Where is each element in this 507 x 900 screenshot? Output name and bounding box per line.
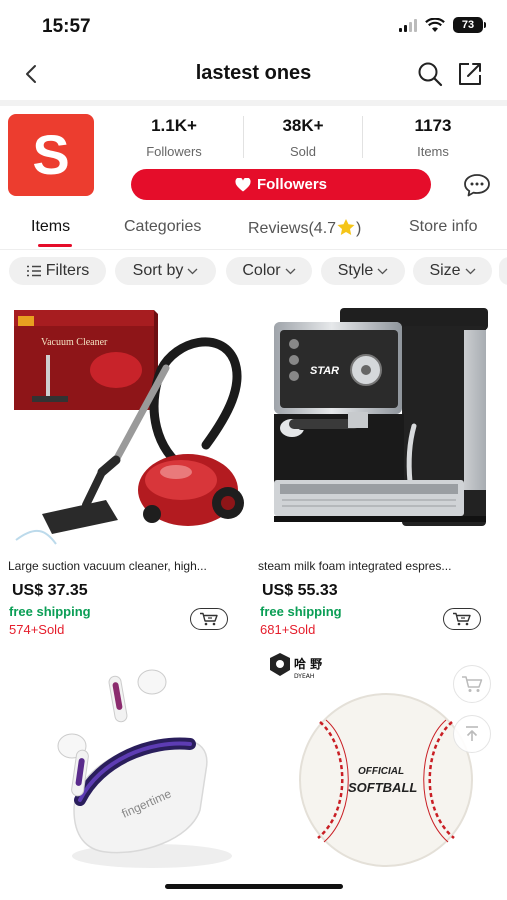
chat-icon[interactable] — [463, 172, 491, 198]
tab-store-info[interactable]: Store info — [409, 218, 477, 236]
espresso-brand-label: STAR — [310, 365, 339, 377]
filter-chip-color[interactable]: Color — [226, 257, 312, 285]
top-nav: lastest ones — [0, 52, 507, 96]
sold-count: 574+Sold — [9, 622, 65, 637]
add-to-cart-button[interactable] — [190, 608, 228, 630]
back-to-top-button[interactable] — [453, 715, 491, 753]
earbuds-image: fingertime — [57, 669, 232, 868]
signal-icon — [399, 18, 417, 32]
cart-icon — [200, 612, 218, 626]
tab-categories[interactable]: Categories — [124, 218, 201, 236]
status-time: 15:57 — [42, 16, 91, 37]
chevron-down-icon — [377, 268, 388, 274]
cart-icon — [453, 612, 471, 626]
search-icon[interactable] — [416, 60, 444, 88]
product-title[interactable]: Large suction vacuum cleaner, high... — [8, 559, 246, 573]
product-image-earbuds[interactable]: fingertime — [40, 660, 250, 882]
stat-divider — [362, 116, 363, 158]
wifi-icon — [425, 17, 445, 32]
follow-button-label: Followers — [256, 176, 327, 193]
stat-followers: 1.1K+ Followers — [116, 116, 232, 159]
vacuum-cleaner-image: Vacuum Cleaner — [14, 310, 244, 545]
status-icons: 73 — [399, 17, 486, 33]
product-price: US$ 37.35 — [12, 582, 88, 599]
filter-chip-size[interactable]: Size — [413, 257, 492, 285]
filter-chip-label: Color — [242, 262, 281, 279]
chevron-down-icon — [187, 268, 198, 274]
badge-label: DYEAH — [294, 673, 314, 680]
star-icon — [337, 219, 355, 235]
filter-chip-style[interactable]: Style — [321, 257, 405, 285]
chevron-down-icon — [465, 268, 476, 274]
tab-reviews-label: Reviews(4.7 — [248, 220, 337, 237]
store-logo[interactable]: S — [8, 114, 94, 196]
filter-chip-label: Size — [429, 262, 461, 279]
stat-value: 1173 — [414, 116, 452, 135]
status-bar: 15:57 73 — [0, 0, 507, 50]
filter-chip-label: Sort by — [132, 262, 184, 279]
vacuum-box-title: Vacuum Cleaner — [41, 337, 108, 348]
stat-label: Followers — [146, 144, 202, 159]
ball-text-official: OFFICIAL — [358, 766, 404, 777]
product-image-vacuum[interactable]: Vacuum Cleaner — [6, 300, 248, 548]
follow-button[interactable]: Followers — [131, 169, 431, 200]
product-image-espresso[interactable]: STAR — [258, 300, 502, 548]
heart-icon — [235, 177, 251, 191]
espresso-machine-image: STAR — [274, 308, 488, 526]
filter-list-icon — [26, 265, 41, 277]
arrow-up-icon — [466, 726, 478, 741]
filter-chip-more[interactable] — [499, 257, 507, 285]
battery-icon: 73 — [453, 17, 486, 33]
stat-divider — [243, 116, 244, 158]
tabs-divider — [0, 249, 507, 250]
stat-value: 1.1K+ — [151, 116, 197, 135]
free-shipping-label: free shipping — [260, 604, 342, 619]
stat-label: Sold — [289, 144, 317, 159]
sold-count: 681+Sold — [260, 622, 316, 637]
home-indicator[interactable] — [165, 884, 343, 889]
tab-items[interactable]: Items — [31, 218, 70, 236]
chevron-down-icon — [285, 268, 296, 274]
stat-label: Items — [417, 144, 449, 159]
filter-chip-filters[interactable]: Filters — [9, 257, 106, 285]
stat-items: 1173 Items — [375, 116, 491, 159]
add-to-cart-button[interactable] — [443, 608, 481, 630]
store-tabs: Items Categories Reviews(4.7) Store info — [0, 214, 507, 248]
badge-cn-label: 哈 野 — [294, 656, 322, 671]
section-divider — [0, 100, 507, 106]
floating-cart-button[interactable] — [453, 665, 491, 703]
ball-text-softball: SOFTBALL — [348, 780, 417, 795]
product-price: US$ 55.33 — [262, 582, 338, 599]
active-tab-indicator — [38, 244, 72, 247]
tab-reviews[interactable]: Reviews(4.7) — [248, 218, 361, 238]
stat-sold: 38K+ Sold — [245, 116, 361, 159]
stat-value: 38K+ — [282, 116, 324, 135]
cart-icon — [462, 676, 483, 692]
free-shipping-label: free shipping — [9, 604, 91, 619]
share-icon[interactable] — [455, 60, 485, 88]
filter-chip-label: Style — [337, 262, 374, 279]
filter-chip-sort-by[interactable]: Sort by — [115, 257, 216, 285]
tab-reviews-paren: ) — [356, 220, 362, 237]
product-title[interactable]: steam milk foam integrated espres... — [258, 559, 496, 573]
filter-chip-label: Filters — [45, 262, 90, 279]
